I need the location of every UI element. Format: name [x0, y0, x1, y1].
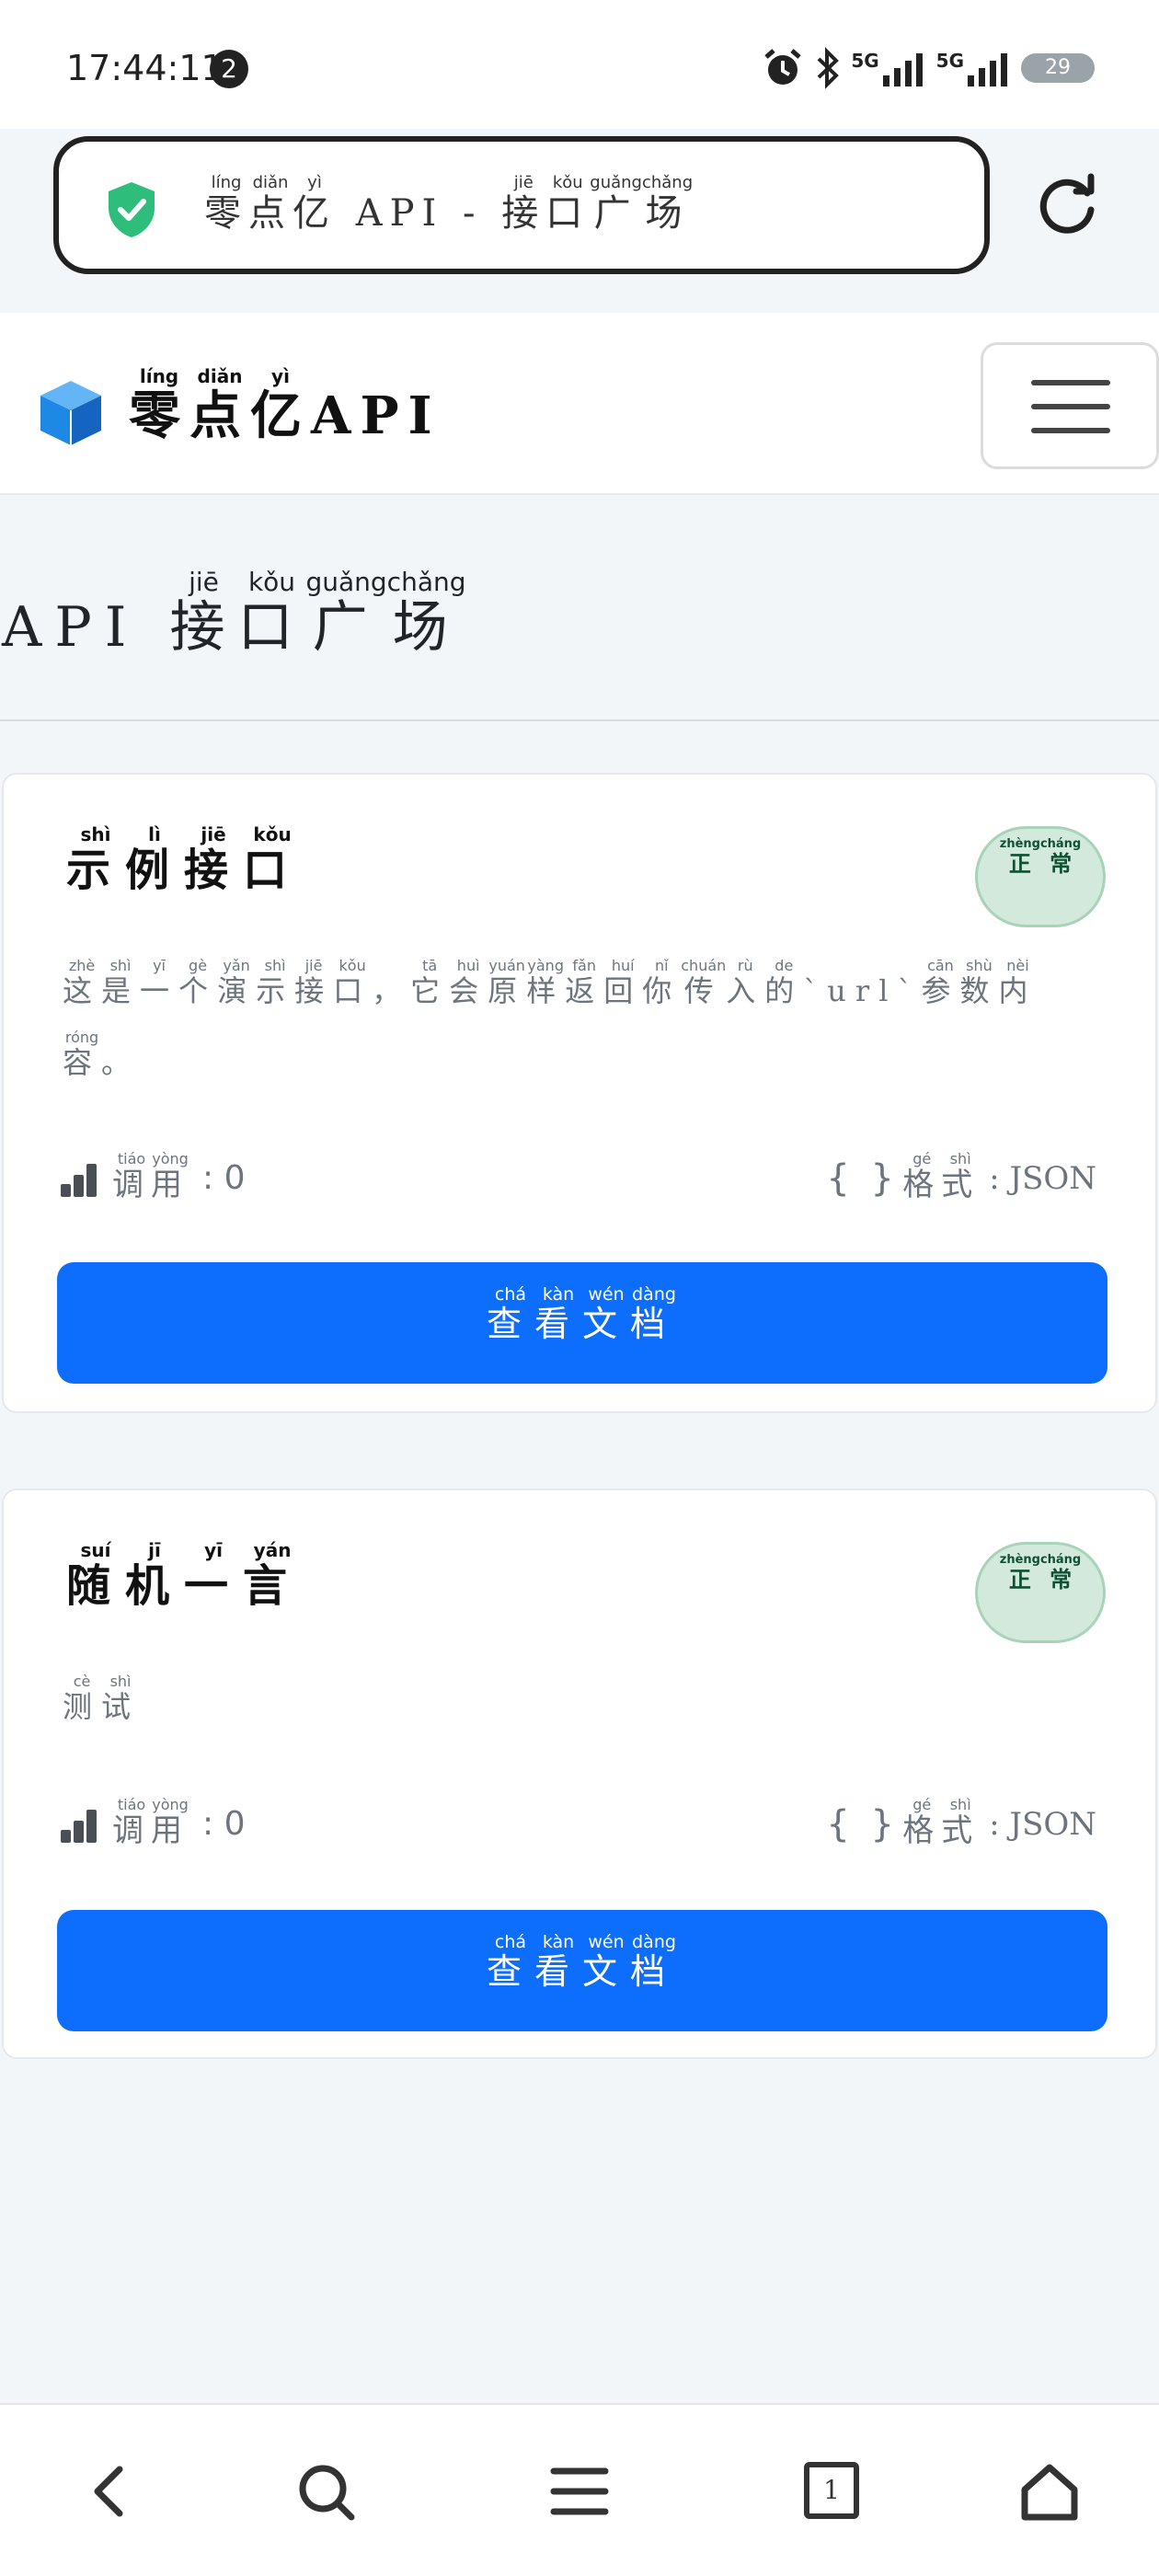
- status-time: 17:44:11: [66, 48, 224, 88]
- menu-line: [1031, 380, 1110, 385]
- reload-icon[interactable]: [1036, 173, 1100, 237]
- home-icon[interactable]: [1019, 2462, 1080, 2523]
- signal-2: 5G: [936, 50, 1012, 86]
- battery-indicator: 29: [1021, 53, 1095, 83]
- battery-level: 29: [1045, 56, 1071, 79]
- address-bar[interactable]: 零líng点diǎn亿yì API - 接jiē口kǒu广guǎng场chǎng: [53, 136, 990, 274]
- tabs-icon[interactable]: 1: [804, 2462, 859, 2519]
- menu-icon[interactable]: [550, 2462, 609, 2521]
- box-logo-icon[interactable]: [35, 377, 107, 449]
- format-value: : JSON: [989, 1159, 1096, 1197]
- call-count-value: : 0: [202, 1159, 246, 1197]
- bar-chart-icon: [61, 1809, 97, 1843]
- braces-icon: { }: [826, 1156, 894, 1200]
- hamburger-menu-button[interactable]: [981, 342, 1159, 469]
- tab-count: 1: [823, 2475, 840, 2505]
- format-label: 格gé式shì: [902, 1796, 981, 1849]
- view-docs-button[interactable]: 查chá看kàn文wén档dàng: [57, 1910, 1107, 2031]
- api-card-title[interactable]: 随suí机jī一yī言yán: [66, 1539, 302, 1614]
- bar-chart-icon: [61, 1163, 97, 1197]
- browser-bottom-nav: 1: [0, 2403, 1159, 2576]
- signal-bars-icon: [968, 53, 1007, 86]
- call-count-value: : 0: [202, 1805, 246, 1843]
- api-card: 示shì例lì接jiē口kǒu 正zhèng常cháng 这zhè是shì一yī…: [2, 773, 1157, 1413]
- search-icon[interactable]: [296, 2462, 357, 2523]
- shield-check-icon: [109, 182, 155, 237]
- site-header: 零líng点diǎn亿yìAPI: [0, 313, 1159, 495]
- format-label: 格gé式shì: [902, 1150, 981, 1203]
- page-url-title: 零líng点diǎn亿yì API - 接jiē口kǒu广guǎng场chǎng: [204, 173, 694, 235]
- status-bar: 17:44:11 2 5G 5G 29: [0, 0, 1159, 129]
- bluetooth-icon: [817, 47, 840, 89]
- divider: [0, 719, 1159, 721]
- api-card-description: 这zhè是shì一yī个gè演yǎn示shì接jiē口kǒu，它tā会huì原y…: [63, 957, 1038, 1081]
- api-card-title[interactable]: 示shì例lì接jiē口kǒu: [66, 823, 302, 898]
- notification-badge: 2: [210, 50, 248, 88]
- call-count-label: 调tiáo用yòng: [112, 1796, 189, 1849]
- format-info: { } 格gé式shì : JSON: [826, 1150, 1096, 1204]
- call-count: 调tiáo用yòng : 0: [59, 1150, 246, 1204]
- signal-1: 5G: [851, 50, 926, 86]
- menu-line: [1031, 428, 1110, 433]
- back-icon[interactable]: [83, 2462, 138, 2521]
- status-icons: 5G 5G 29: [761, 42, 1095, 94]
- status-badge: 正zhèng常cháng: [975, 1542, 1106, 1643]
- brand-name[interactable]: 零líng点diǎn亿yìAPI: [129, 365, 442, 449]
- api-card-description: 测cè试shì: [63, 1673, 141, 1725]
- call-count-label: 调tiáo用yòng: [112, 1150, 189, 1203]
- menu-line: [1031, 404, 1110, 409]
- call-count: 调tiáo用yòng : 0: [59, 1796, 246, 1850]
- format-value: : JSON: [989, 1805, 1096, 1843]
- alarm-icon: [764, 49, 801, 85]
- signal-bars-icon: [882, 53, 923, 86]
- status-badge: 正zhèng常cháng: [975, 826, 1106, 927]
- api-card: 随suí机jī一yī言yán 正zhèng常cháng 测cè试shì 调tiá…: [2, 1489, 1157, 2059]
- braces-icon: { }: [826, 1802, 894, 1846]
- format-info: { } 格gé式shì : JSON: [826, 1796, 1096, 1850]
- view-docs-button[interactable]: 查chá看kàn文wén档dàng: [57, 1262, 1107, 1384]
- page-title: API 接jiē口kǒu广guǎng场chǎng: [2, 567, 466, 660]
